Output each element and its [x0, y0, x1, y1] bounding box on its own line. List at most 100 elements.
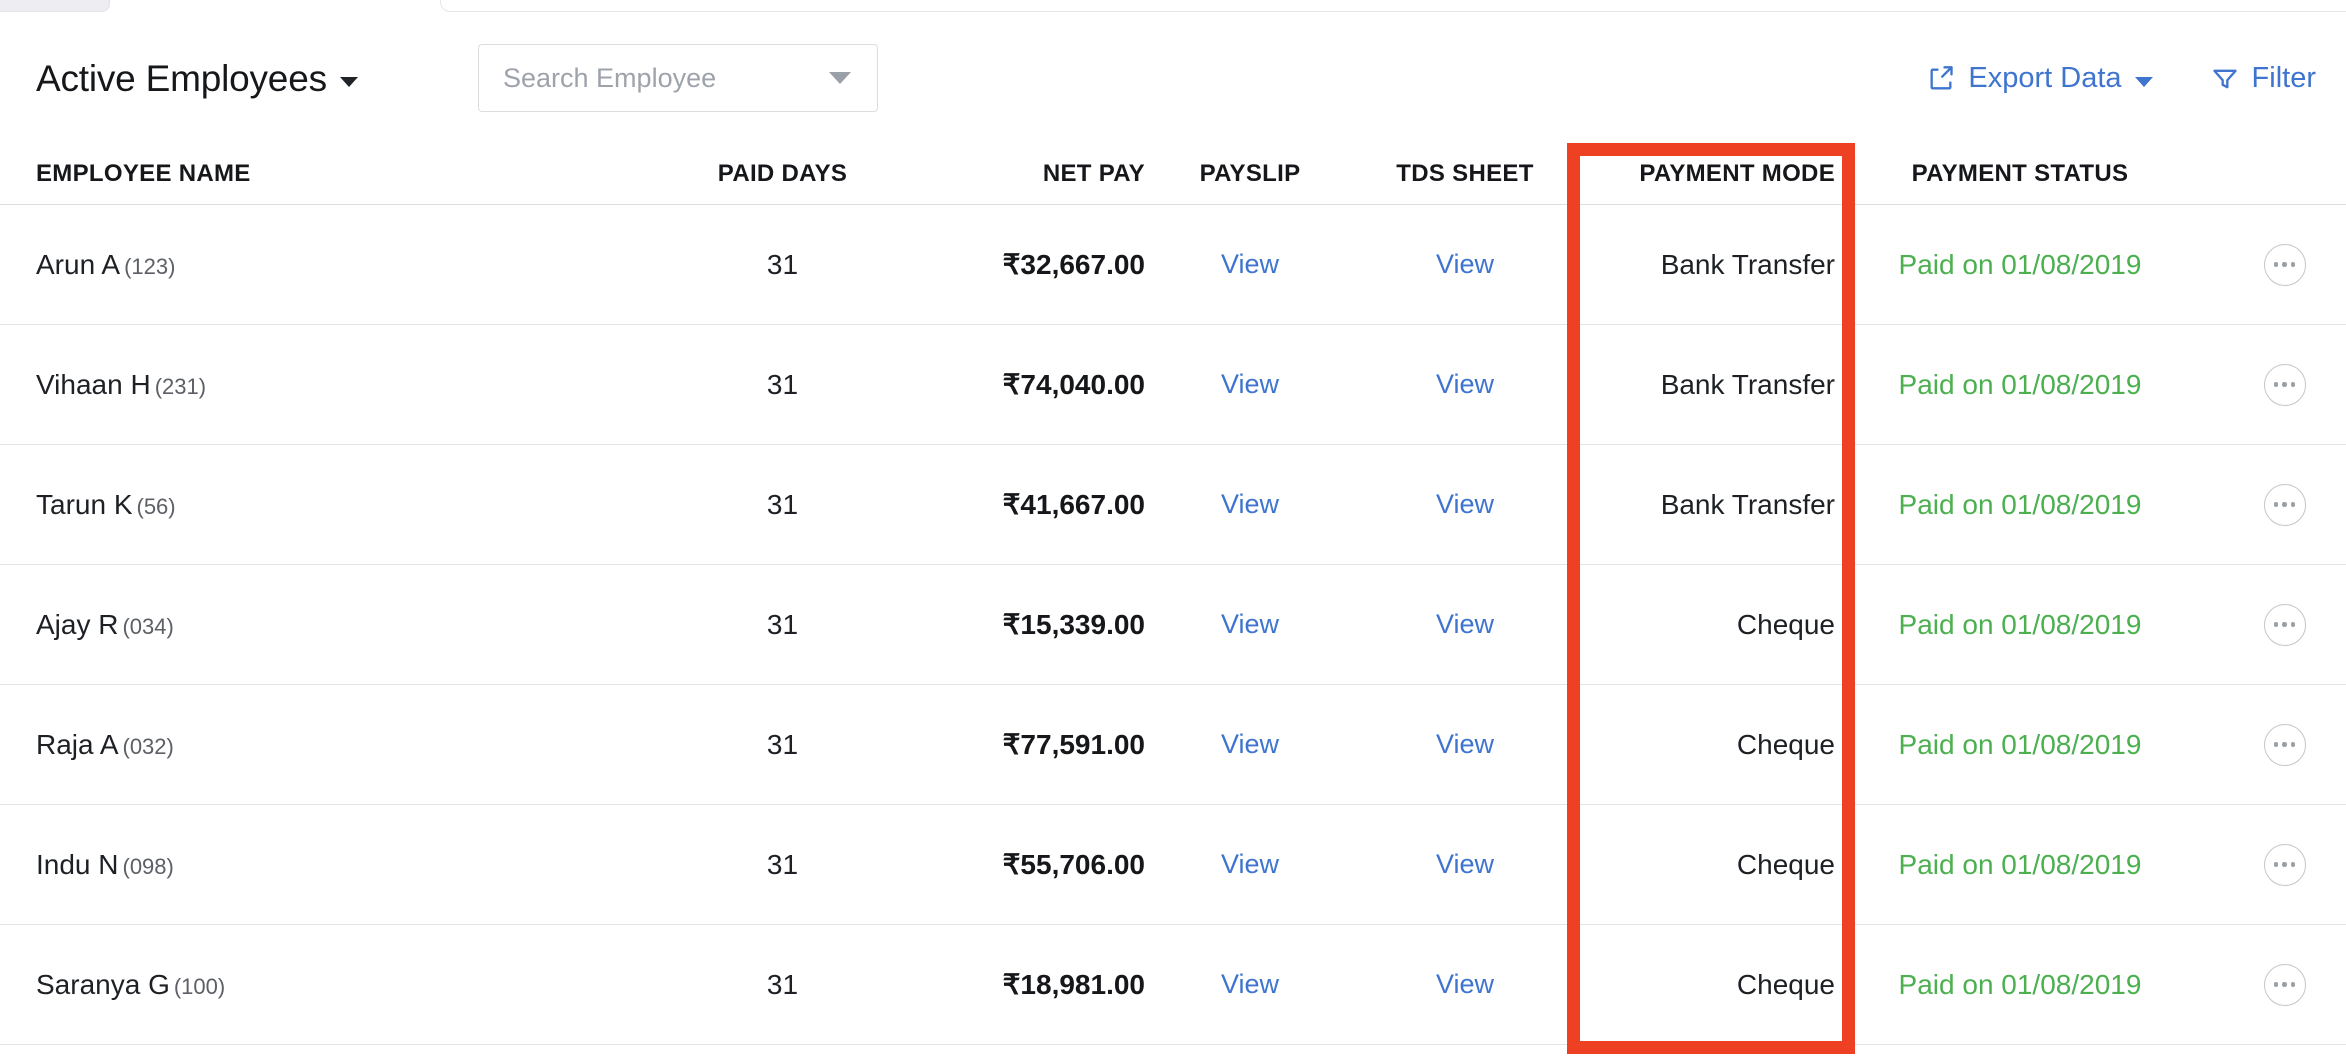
- cell-paid-days: 31: [640, 849, 925, 881]
- cell-paid-days: 31: [640, 969, 925, 1001]
- search-input[interactable]: [479, 45, 779, 111]
- employee-id: (098): [123, 854, 174, 879]
- cell-tds-sheet: View: [1355, 369, 1575, 400]
- cell-employee-name: Arun A(123): [0, 249, 640, 281]
- status-badge: Paid on 01/08/2019: [1899, 609, 2142, 640]
- cell-payment-status: Paid on 01/08/2019: [1855, 249, 2185, 281]
- cell-paid-days: 31: [640, 609, 925, 641]
- cell-payslip: View: [1145, 609, 1355, 640]
- employee-name: Arun A: [36, 249, 120, 280]
- payslip-view-link[interactable]: View: [1221, 249, 1279, 279]
- employee-name: Saranya G: [36, 969, 170, 1000]
- chevron-down-icon: [2135, 77, 2153, 87]
- more-options-icon[interactable]: [2264, 964, 2306, 1006]
- cell-employee-name: Indu N(098): [0, 849, 640, 881]
- more-options-icon[interactable]: [2264, 604, 2306, 646]
- table-row[interactable]: Arun A(123) 31 ₹32,667.00 View View Bank…: [0, 205, 2346, 325]
- tds-view-link[interactable]: View: [1436, 729, 1494, 759]
- background-tab[interactable]: [0, 0, 110, 12]
- cell-payment-status: Paid on 01/08/2019: [1855, 489, 2185, 521]
- cell-payment-mode: Cheque: [1575, 609, 1855, 641]
- cell-net-pay: ₹15,339.00: [925, 608, 1145, 641]
- column-header-payment-status[interactable]: PAYMENT STATUS: [1855, 160, 2185, 188]
- chevron-down-icon[interactable]: [829, 72, 851, 84]
- employee-name: Tarun K: [36, 489, 133, 520]
- status-badge: Paid on 01/08/2019: [1899, 249, 2142, 280]
- cell-paid-days: 31: [640, 489, 925, 521]
- top-chrome-strip: [0, 0, 2346, 14]
- tds-view-link[interactable]: View: [1436, 609, 1494, 639]
- cell-payment-status: Paid on 01/08/2019: [1855, 609, 2185, 641]
- payslip-view-link[interactable]: View: [1221, 969, 1279, 999]
- payslip-view-link[interactable]: View: [1221, 849, 1279, 879]
- page-title: Active Employees: [36, 60, 327, 97]
- tds-view-link[interactable]: View: [1436, 489, 1494, 519]
- employee-id: (123): [124, 254, 175, 279]
- column-header-paid-days[interactable]: PAID DAYS: [640, 160, 925, 188]
- table-row[interactable]: Raja A(032) 31 ₹77,591.00 View View Cheq…: [0, 685, 2346, 805]
- cell-net-pay: ₹18,981.00: [925, 968, 1145, 1001]
- cell-payment-status: Paid on 01/08/2019: [1855, 849, 2185, 881]
- column-header-payslip[interactable]: PAYSLIP: [1145, 160, 1355, 188]
- cell-actions: [2185, 844, 2346, 886]
- export-data-label: Export Data: [1968, 62, 2121, 95]
- status-badge: Paid on 01/08/2019: [1899, 489, 2142, 520]
- cell-payment-mode: Bank Transfer: [1575, 249, 1855, 281]
- table-row[interactable]: Vihaan H(231) 31 ₹74,040.00 View View Ba…: [0, 325, 2346, 445]
- more-options-icon[interactable]: [2264, 844, 2306, 886]
- payslip-view-link[interactable]: View: [1221, 729, 1279, 759]
- employee-id: (034): [122, 614, 173, 639]
- table-row[interactable]: Ajay R(034) 31 ₹15,339.00 View View Cheq…: [0, 565, 2346, 685]
- more-options-icon[interactable]: [2264, 244, 2306, 286]
- cell-tds-sheet: View: [1355, 609, 1575, 640]
- column-header-net-pay[interactable]: NET PAY: [925, 160, 1145, 188]
- page-toolbar: Active Employees Export Data: [0, 14, 2346, 143]
- chevron-down-icon: [340, 77, 358, 87]
- cell-tds-sheet: View: [1355, 249, 1575, 280]
- table-row[interactable]: Indu N(098) 31 ₹55,706.00 View View Cheq…: [0, 805, 2346, 925]
- filter-button[interactable]: Filter: [2211, 62, 2316, 95]
- more-options-icon[interactable]: [2264, 364, 2306, 406]
- column-header-payment-mode[interactable]: PAYMENT MODE: [1575, 160, 1855, 188]
- cell-payment-status: Paid on 01/08/2019: [1855, 729, 2185, 761]
- employee-name: Vihaan H: [36, 369, 151, 400]
- employee-id: (100): [174, 974, 225, 999]
- employee-id: (56): [137, 494, 176, 519]
- cell-payment-mode: Bank Transfer: [1575, 489, 1855, 521]
- filter-label: Filter: [2252, 62, 2316, 95]
- cell-payment-status: Paid on 01/08/2019: [1855, 969, 2185, 1001]
- export-data-button[interactable]: Export Data: [1927, 62, 2152, 95]
- table-row[interactable]: Saranya G(100) 31 ₹18,981.00 View View C…: [0, 925, 2346, 1045]
- tds-view-link[interactable]: View: [1436, 369, 1494, 399]
- column-header-employee-name[interactable]: EMPLOYEE NAME: [0, 160, 640, 188]
- payroll-screen: Active Employees Export Data: [0, 0, 2346, 1062]
- payslip-view-link[interactable]: View: [1221, 609, 1279, 639]
- tds-view-link[interactable]: View: [1436, 849, 1494, 879]
- cell-employee-name: Saranya G(100): [0, 969, 640, 1001]
- cell-tds-sheet: View: [1355, 489, 1575, 520]
- cell-paid-days: 31: [640, 729, 925, 761]
- cell-payslip: View: [1145, 489, 1355, 520]
- cell-payment-mode: Cheque: [1575, 969, 1855, 1001]
- active-employees-dropdown[interactable]: Active Employees: [36, 60, 358, 97]
- cell-tds-sheet: View: [1355, 969, 1575, 1000]
- status-badge: Paid on 01/08/2019: [1899, 849, 2142, 880]
- employee-name: Indu N: [36, 849, 119, 880]
- cell-actions: [2185, 964, 2346, 1006]
- table-row[interactable]: Tarun K(56) 31 ₹41,667.00 View View Bank…: [0, 445, 2346, 565]
- more-options-icon[interactable]: [2264, 484, 2306, 526]
- employee-id: (231): [155, 374, 206, 399]
- cell-paid-days: 31: [640, 249, 925, 281]
- cell-employee-name: Tarun K(56): [0, 489, 640, 521]
- column-header-tds-sheet[interactable]: TDS SHEET: [1355, 160, 1575, 188]
- cell-paid-days: 31: [640, 369, 925, 401]
- payslip-view-link[interactable]: View: [1221, 369, 1279, 399]
- payslip-view-link[interactable]: View: [1221, 489, 1279, 519]
- search-employee-box[interactable]: [478, 44, 878, 112]
- status-badge: Paid on 01/08/2019: [1899, 369, 2142, 400]
- tds-view-link[interactable]: View: [1436, 249, 1494, 279]
- cell-payslip: View: [1145, 369, 1355, 400]
- tds-view-link[interactable]: View: [1436, 969, 1494, 999]
- more-options-icon[interactable]: [2264, 724, 2306, 766]
- cell-actions: [2185, 364, 2346, 406]
